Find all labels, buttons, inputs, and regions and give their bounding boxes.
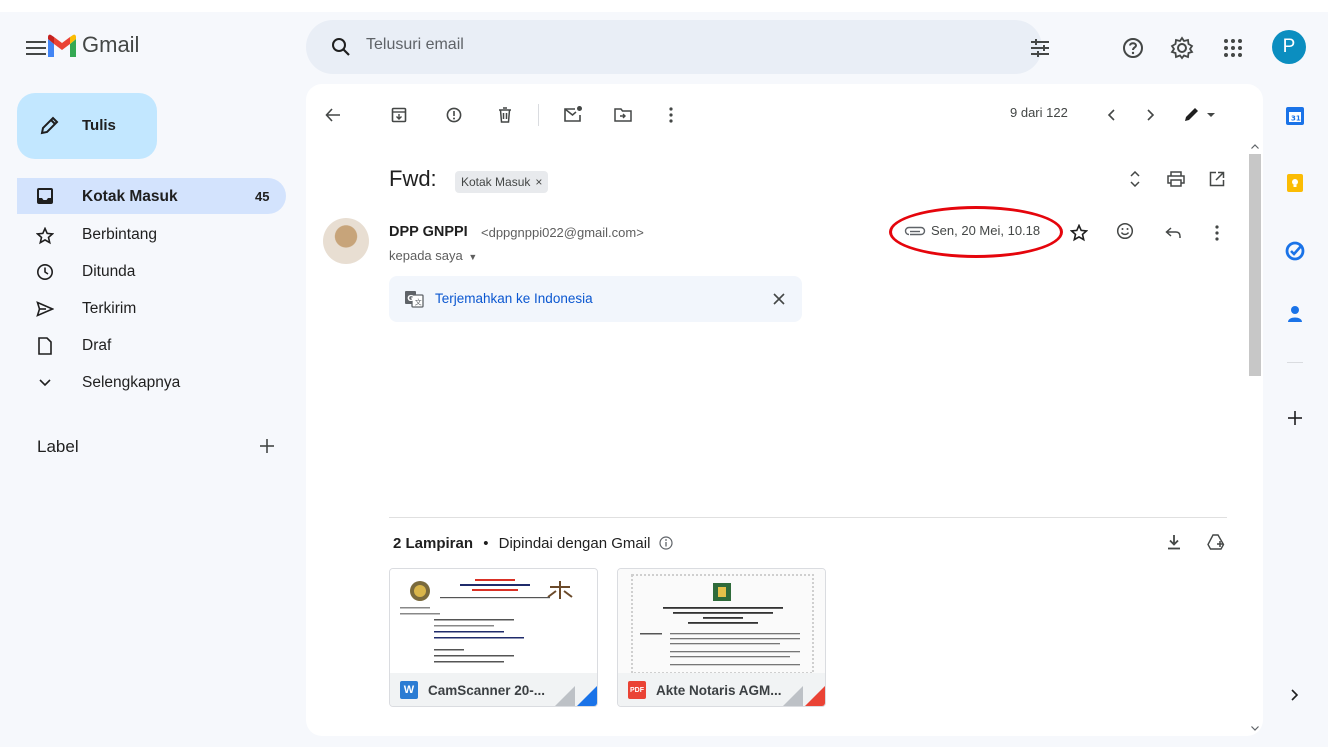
delete-trash-icon[interactable]	[494, 104, 516, 126]
scan-status: Dipindai dengan Gmail	[498, 535, 651, 552]
file-type-corner	[575, 686, 597, 706]
inbox-label-chip[interactable]: Kotak Masuk ×	[455, 171, 549, 193]
inbox-unread-count: 45	[255, 189, 270, 204]
show-side-panel-chevron-icon[interactable]	[1284, 684, 1306, 706]
sender-avatar[interactable]	[323, 218, 369, 264]
clock-icon	[35, 262, 55, 282]
dot-separator: •	[483, 535, 489, 552]
move-to-folder-icon[interactable]	[612, 104, 634, 126]
recipient-details[interactable]: kepada saya ▼	[389, 248, 477, 263]
send-icon	[35, 299, 55, 319]
message-more-vertical-icon[interactable]	[1206, 222, 1228, 244]
svg-text:文: 文	[415, 298, 422, 307]
open-new-window-icon[interactable]	[1206, 168, 1228, 190]
close-translate-icon[interactable]	[768, 288, 790, 310]
account-avatar[interactable]: P	[1272, 30, 1306, 64]
scrollbar-thumb[interactable]	[1249, 154, 1261, 376]
sidebar-item-more[interactable]: Selengkapnya	[82, 374, 180, 392]
sidebar-item-sent[interactable]: Terkirim	[82, 300, 136, 318]
star-icon	[35, 226, 55, 246]
pencil-icon	[37, 114, 61, 138]
red-annotation-circle	[889, 206, 1063, 258]
contacts-icon[interactable]	[1284, 303, 1306, 325]
report-spam-icon[interactable]	[443, 104, 465, 126]
reply-arrow-icon[interactable]	[1162, 222, 1184, 244]
sidebar-item-label: Kotak Masuk	[82, 188, 178, 205]
calendar-icon[interactable]: 31	[1284, 105, 1306, 127]
attachments-header: 2 Lampiran • Dipindai dengan Gmail	[393, 535, 673, 552]
file-type-corner	[803, 686, 825, 706]
svg-text:31: 31	[1291, 115, 1301, 123]
newer-chevron-left-icon[interactable]	[1100, 104, 1122, 126]
chip-label: Kotak Masuk	[461, 175, 531, 189]
attachments-divider	[389, 517, 1227, 518]
message-position: 9 dari 122	[1010, 105, 1068, 120]
print-icon[interactable]	[1165, 168, 1187, 190]
attachment-preview-decree	[618, 569, 825, 673]
help-icon[interactable]	[1120, 35, 1146, 61]
remove-label-icon[interactable]: ×	[535, 175, 542, 189]
search-options-icon[interactable]	[1028, 36, 1052, 60]
attachment-card[interactable]: W CamScanner 20-...	[389, 568, 598, 707]
download-all-icon[interactable]	[1163, 531, 1185, 553]
toolbar-divider	[538, 104, 539, 126]
archive-icon[interactable]	[388, 104, 410, 126]
gmail-logo[interactable]	[46, 33, 78, 59]
attachment-filename: Akte Notaris AGM...	[656, 683, 782, 698]
page-fold-decoration	[781, 686, 803, 706]
main-menu-icon[interactable]	[24, 36, 48, 60]
get-addons-plus-icon[interactable]	[1284, 407, 1306, 429]
tasks-icon[interactable]	[1284, 240, 1306, 262]
expand-all-icon[interactable]	[1124, 168, 1146, 190]
side-panel-divider	[1287, 362, 1303, 363]
attachment-filename: CamScanner 20-...	[428, 683, 546, 698]
inbox-icon	[35, 186, 55, 206]
pdf-icon: PDF	[628, 681, 646, 699]
page-fold-decoration	[553, 686, 575, 706]
attachment-footer: W CamScanner 20-...	[390, 673, 597, 706]
translate-link[interactable]: Terjemahkan ke Indonesia	[435, 291, 593, 306]
compose-label: Tulis	[82, 117, 116, 134]
recipient-label: kepada saya	[389, 248, 463, 263]
labels-heading: Label	[37, 437, 79, 456]
attachment-count: 2 Lampiran	[393, 535, 474, 552]
settings-gear-icon[interactable]	[1169, 35, 1195, 61]
top-clipped-text-strip	[0, 0, 1328, 12]
attachment-footer: PDF Akte Notaris AGM...	[618, 673, 825, 706]
attachment-card[interactable]: PDF Akte Notaris AGM...	[617, 568, 826, 707]
search-icon[interactable]	[330, 36, 352, 58]
sidebar-item-starred[interactable]: Berbintang	[82, 226, 157, 244]
attachment-preview-letter	[390, 569, 597, 673]
add-to-drive-icon[interactable]	[1205, 531, 1227, 553]
more-vertical-icon[interactable]	[660, 104, 682, 126]
add-label-plus-icon[interactable]	[256, 435, 278, 457]
app-name: Gmail	[82, 32, 140, 57]
apps-grid-icon[interactable]	[1220, 35, 1246, 61]
sender-email: <dppgnppi022@gmail.com>	[481, 225, 644, 240]
keep-notes-icon[interactable]	[1284, 172, 1306, 194]
back-arrow-icon[interactable]	[322, 104, 344, 126]
scroll-up-arrow-icon[interactable]	[1249, 140, 1261, 152]
older-chevron-right-icon[interactable]	[1140, 104, 1162, 126]
emoji-reaction-icon[interactable]	[1114, 220, 1136, 242]
input-tools-pen-icon[interactable]	[1180, 104, 1220, 126]
mark-unread-icon[interactable]	[561, 102, 585, 126]
sender-name[interactable]: DPP GNPPI	[389, 224, 468, 240]
sidebar-item-drafts[interactable]: Draf	[82, 337, 111, 355]
word-doc-icon: W	[400, 681, 418, 699]
scroll-down-arrow-icon[interactable]	[1249, 722, 1261, 734]
sidebar-item-snoozed[interactable]: Ditunda	[82, 263, 135, 281]
search-input[interactable]: Telusuri email	[366, 36, 464, 54]
email-subject: Fwd:	[389, 166, 437, 191]
info-icon[interactable]	[658, 536, 673, 550]
caret-down-icon[interactable]: ▼	[468, 252, 477, 262]
star-outline-icon[interactable]	[1068, 222, 1090, 244]
draft-file-icon	[35, 336, 55, 356]
svg-text:G: G	[407, 294, 414, 303]
chevron-down-icon	[35, 373, 55, 393]
google-translate-icon: G文	[403, 289, 425, 309]
